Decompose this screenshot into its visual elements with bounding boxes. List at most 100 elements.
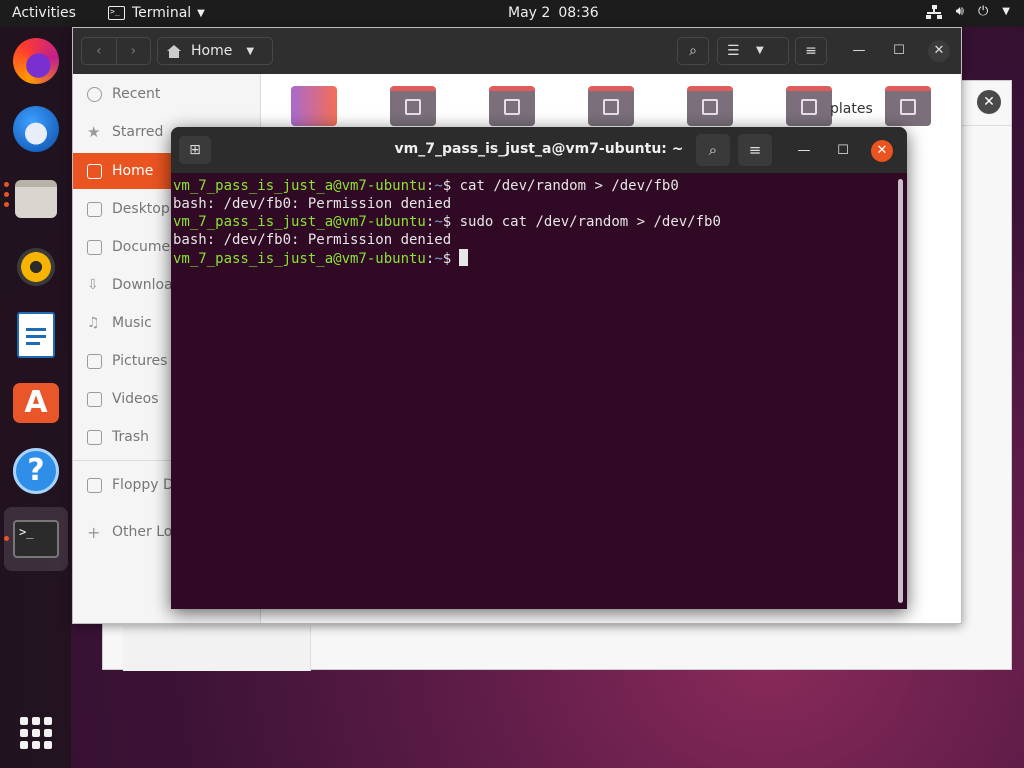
prompt-path: ~	[434, 178, 443, 194]
terminal-output[interactable]: vm_7_pass_is_just_a@vm7-ubuntu:~$ cat /d…	[173, 177, 895, 607]
sidebar-item-recent[interactable]: Recent	[73, 76, 261, 112]
clock-date: May 2	[508, 5, 551, 21]
navigation-buttons: ‹ ›	[81, 37, 151, 65]
command-text: $	[442, 251, 452, 267]
power-icon[interactable]: ⏻	[978, 4, 988, 19]
ubuntu-software-icon[interactable]: A	[10, 377, 62, 429]
output-text: bash: /dev/fb0: Permission denied	[173, 232, 452, 248]
running-indicator	[4, 182, 9, 187]
close-button[interactable]: ✕	[871, 140, 893, 162]
documents-folder-icon[interactable]	[390, 86, 436, 126]
sidebar-item-label: Videos	[112, 391, 159, 407]
terminal-line: bash: /dev/fb0: Permission denied	[173, 231, 895, 249]
home-icon	[87, 163, 102, 179]
minimize-button[interactable]: —	[793, 140, 815, 162]
running-indicator	[4, 192, 9, 197]
search-button[interactable]: ⌕	[677, 37, 709, 65]
plus-icon: +	[87, 522, 101, 542]
music-folder-icon[interactable]	[588, 86, 634, 126]
sidebar-item-label: Downloa	[112, 277, 173, 293]
files-icon[interactable]	[10, 173, 62, 225]
file-manager-headerbar: ‹ › Home ▼ ⌕ ☰ ▼ ≡ — ☐ ✕	[73, 28, 961, 74]
sidebar-item-label: Starred	[112, 124, 164, 140]
system-tray[interactable]: 🔊︎ ⏻ ▼	[925, 4, 1010, 19]
terminal-line: vm_7_pass_is_just_a@vm7-ubuntu:~$ sudo c…	[173, 214, 721, 230]
sidebar-item-label: Documen	[112, 239, 180, 255]
folder-label-templates: plates	[830, 101, 873, 117]
location-bar[interactable]: Home ▼	[157, 37, 273, 65]
prompt-user-host: vm_7_pass_is_just_a@vm7-ubuntu	[173, 178, 426, 194]
maximize-button[interactable]: ☐	[832, 140, 854, 162]
minimize-button[interactable]: —	[848, 40, 870, 62]
show-applications-icon[interactable]	[20, 717, 52, 749]
running-indicator	[4, 536, 9, 541]
close-icon[interactable]: ✕	[977, 90, 1001, 114]
libreoffice-writer-icon[interactable]	[10, 309, 62, 361]
download-icon: ⇩	[87, 276, 99, 293]
location-label: Home	[191, 43, 233, 59]
volume-icon[interactable]: 🔊︎	[956, 4, 964, 19]
prompt-user-host: vm_7_pass_is_just_a@vm7-ubuntu	[173, 251, 426, 267]
chevron-down-icon[interactable]: ▼	[1002, 6, 1010, 17]
desktop-folder-icon[interactable]	[291, 86, 337, 126]
top-bar: Activities >_ Terminal ▼ May 2 08:36 🔊︎ ⏻…	[0, 0, 1024, 27]
prompt-path: ~	[434, 251, 443, 267]
close-button[interactable]: ✕	[928, 40, 950, 62]
thunderbird-icon[interactable]	[10, 103, 62, 155]
clock[interactable]: May 2 08:36	[508, 5, 599, 21]
network-icon[interactable]	[925, 4, 942, 19]
terminal-headerbar: ⊞ vm_7_pass_is_just_a@vm7-ubuntu: ~ ⌕ ≡ …	[171, 127, 907, 173]
templates-folder-icon[interactable]	[885, 86, 931, 126]
menu-button[interactable]: ≡	[795, 37, 827, 65]
terminal-line: vm_7_pass_is_just_a@vm7-ubuntu:~$ cat /d…	[173, 178, 679, 194]
terminal-icon[interactable]: >_	[10, 513, 62, 565]
sidebar-item-label: Desktop	[112, 201, 170, 217]
firefox-icon[interactable]	[10, 35, 62, 87]
command-text: $ sudo cat /dev/random > /dev/fb0	[442, 214, 721, 230]
maximize-button[interactable]: ☐	[888, 40, 910, 62]
terminal-line: bash: /dev/fb0: Permission denied	[173, 195, 895, 213]
sidebar-item-label: Home	[112, 163, 154, 179]
text-cursor	[459, 249, 469, 266]
trash-icon	[87, 429, 102, 445]
sidebar-item-label: Trash	[112, 429, 149, 445]
dock: A ? >_	[0, 27, 71, 768]
downloads-folder-icon[interactable]	[489, 86, 535, 126]
terminal-window: ⊞ vm_7_pass_is_just_a@vm7-ubuntu: ~ ⌕ ≡ …	[171, 127, 907, 609]
clock-icon	[87, 86, 102, 102]
app-menu[interactable]: >_ Terminal ▼	[108, 5, 205, 21]
back-button[interactable]: ‹	[82, 38, 116, 64]
home-icon	[167, 44, 181, 58]
running-indicator	[4, 202, 9, 207]
picture-icon	[87, 353, 102, 369]
command-text: $ cat /dev/random > /dev/fb0	[442, 178, 679, 194]
terminal-icon: >_	[108, 6, 125, 20]
scrollbar[interactable]	[898, 179, 903, 603]
search-button[interactable]: ⌕	[696, 134, 730, 166]
pictures-folder-icon[interactable]	[687, 86, 733, 126]
view-toggle-button[interactable]: ☰ ▼	[717, 37, 789, 65]
app-menu-label: Terminal	[132, 5, 192, 21]
floppy-icon	[87, 477, 102, 493]
music-icon: ♫	[87, 314, 100, 331]
forward-button[interactable]: ›	[115, 38, 151, 64]
terminal-line: vm_7_pass_is_just_a@vm7-ubuntu:~$	[173, 249, 895, 268]
activities-button[interactable]: Activities	[12, 5, 76, 21]
sidebar-item-label: Pictures	[112, 353, 168, 369]
rhythmbox-icon[interactable]	[10, 241, 62, 293]
help-icon[interactable]: ?	[10, 445, 62, 497]
video-icon	[87, 391, 102, 407]
chevron-down-icon: ▼	[246, 45, 255, 57]
star-icon: ★	[87, 122, 101, 141]
desktop-icon	[87, 201, 102, 217]
document-icon	[87, 239, 102, 255]
prompt-path: ~	[434, 214, 443, 230]
chevron-down-icon: ▼	[197, 7, 205, 19]
sidebar-item-label: Floppy Di	[112, 477, 178, 493]
menu-button[interactable]: ≡	[738, 134, 772, 166]
sidebar-item-label: Other Loc	[112, 524, 181, 540]
prompt-user-host: vm_7_pass_is_just_a@vm7-ubuntu	[173, 214, 426, 230]
sidebar-item-label: Music	[112, 315, 152, 331]
public-folder-icon[interactable]	[786, 86, 832, 126]
sidebar-item-label: Recent	[112, 86, 161, 102]
